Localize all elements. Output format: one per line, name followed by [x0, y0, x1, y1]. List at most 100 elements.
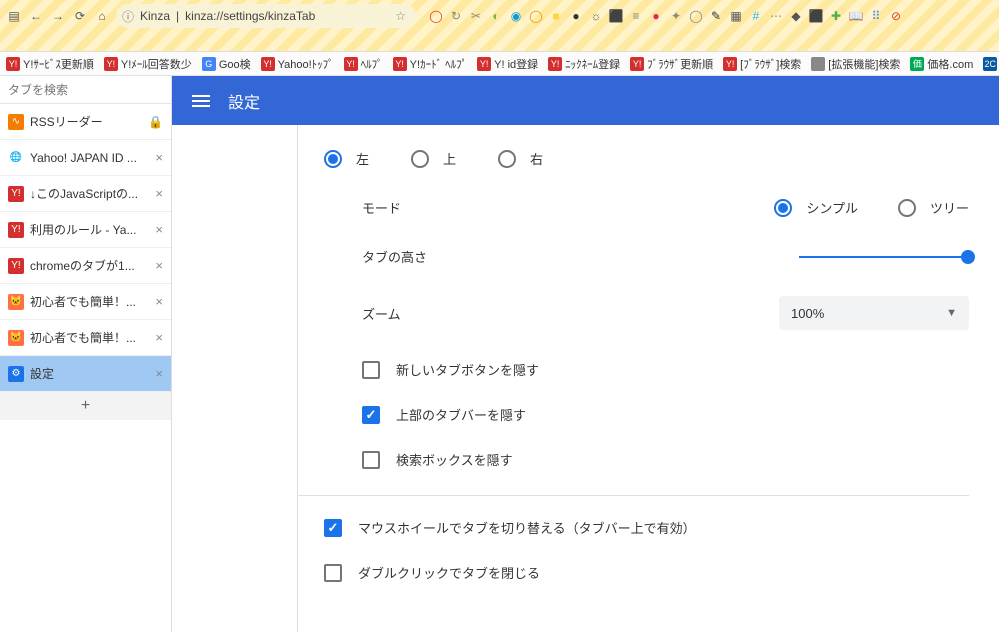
tab-item[interactable]: Y!↓このJavaScriptの...× [0, 176, 171, 212]
address-title: Kinza [140, 9, 170, 23]
tab-item[interactable]: Y!利用のルール - Ya...× [0, 212, 171, 248]
bookmark-favicon: Y! [723, 57, 737, 71]
ext-icon[interactable]: ◐ [488, 8, 504, 24]
ext-icon[interactable]: ⊘ [888, 8, 904, 24]
forward-button[interactable]: → [50, 8, 66, 24]
ext-icon[interactable]: ◯ [428, 8, 444, 24]
bookmark-item[interactable]: Y!Y!ﾒｰﾙ回答数少 [104, 56, 192, 72]
checkbox-row[interactable]: 検索ボックスを隠す [362, 450, 969, 469]
bookmark-favicon: Y! [344, 57, 358, 71]
bookmark-label: ﾍﾙﾌﾟ [361, 56, 383, 72]
tab-item[interactable]: 🐱初心者でも簡単！...× [0, 320, 171, 356]
address-url: kinza://settings/kinzaTab [185, 9, 315, 23]
bookmark-favicon: Y! [477, 57, 491, 71]
tab-item[interactable]: 🌐Yahoo! JAPAN ID ...× [0, 140, 171, 176]
tab-height-slider[interactable] [799, 256, 969, 258]
back-button[interactable]: ← [28, 8, 44, 24]
tab-item[interactable]: 🐱初心者でも簡単！...× [0, 284, 171, 320]
checkbox-row[interactable]: ダブルクリックでタブを閉じる [324, 563, 969, 582]
tab-title: 設定 [30, 365, 149, 382]
ext-icon[interactable]: ▦ [728, 8, 744, 24]
bookmark-item[interactable]: Y!Yahoo!ﾄｯﾌﾟ [261, 56, 334, 72]
mode-radio[interactable]: ツリー [898, 198, 969, 217]
radio-icon [774, 199, 792, 217]
bookmark-favicon: Y! [548, 57, 562, 71]
add-tab-button[interactable]: + [0, 392, 171, 420]
ext-icon[interactable]: ✎ [708, 8, 724, 24]
menu-icon[interactable] [192, 95, 210, 107]
sidebar-toggle-icon[interactable]: ▤ [6, 8, 22, 24]
bookmark-item[interactable]: Y![ﾌﾞﾗｳｻﾞ]検索 [723, 56, 801, 72]
tab-title: ↓このJavaScriptの... [30, 185, 149, 202]
tab-item[interactable]: ∿RSSリーダー🔒 [0, 104, 171, 140]
close-icon[interactable]: × [155, 186, 163, 201]
bookmark-item[interactable]: [拡張機能]検索 [811, 56, 900, 72]
outer-checks: マウスホイールでタブを切り替える（タブバー上で有効） ダブルクリックでタブを閉じる [318, 518, 969, 582]
tab-item[interactable]: Y!chromeのタブが1...× [0, 248, 171, 284]
ext-icon[interactable]: # [748, 8, 764, 24]
ext-icon[interactable]: ◯ [528, 8, 544, 24]
ext-icon[interactable]: ◉ [508, 8, 524, 24]
bookmark-item[interactable]: Y!ﾍﾙﾌﾟ [344, 56, 383, 72]
ext-icon[interactable]: ⋯ [768, 8, 784, 24]
close-icon[interactable]: × [155, 222, 163, 237]
slider-thumb[interactable] [961, 250, 975, 264]
bookmark-label: 価格.com [927, 56, 973, 72]
tab-search[interactable] [0, 76, 171, 104]
tab-height-row: タブの高さ [362, 247, 969, 266]
close-icon[interactable]: × [155, 330, 163, 345]
site-info-icon[interactable]: ⓘ [122, 8, 134, 25]
bookmark-item[interactable]: GGoo検 [202, 56, 251, 72]
checkbox-icon [362, 361, 380, 379]
ext-icon[interactable]: ✚ [828, 8, 844, 24]
mode-radio-group: シンプル ツリー [774, 198, 969, 217]
bookmark-item[interactable]: Y!Y!ｶｰﾄﾞ ﾍﾙﾌﾟ [393, 56, 467, 72]
position-radio[interactable]: 上 [411, 149, 456, 168]
reload-button[interactable]: ⟳ [72, 8, 88, 24]
ext-icon[interactable]: 📖 [848, 8, 864, 24]
close-icon[interactable]: × [155, 294, 163, 309]
bookmark-item[interactable]: 価価格.com [910, 56, 973, 72]
bookmark-item[interactable]: Y!ﾆｯｸﾈｰﾑ登録 [548, 56, 620, 72]
tab-item[interactable]: ⚙設定× [0, 356, 171, 392]
ext-icon[interactable]: ● [648, 8, 664, 24]
settings-title: 設定 [228, 89, 260, 113]
ext-icon[interactable]: ⬛ [808, 8, 824, 24]
ext-icon[interactable]: ☼ [588, 8, 604, 24]
ext-icon[interactable]: ◯ [688, 8, 704, 24]
close-icon[interactable]: × [155, 258, 163, 273]
ext-icon[interactable]: ⬛ [608, 8, 624, 24]
ext-icon[interactable]: ✦ [668, 8, 684, 24]
ext-icon[interactable]: ● [568, 8, 584, 24]
mode-radio[interactable]: シンプル [774, 198, 858, 217]
checkbox-row[interactable]: 新しいタブボタンを隠す [362, 360, 969, 379]
bookmark-star-icon[interactable]: ☆ [395, 9, 406, 23]
address-bar[interactable]: ⓘ Kinza | kinza://settings/kinzaTab ☆ [116, 4, 416, 28]
close-icon[interactable]: × [155, 366, 163, 381]
checkbox-label: ダブルクリックでタブを閉じる [358, 563, 540, 582]
settings-page: 設定 左上右 モード シンプルツリー タブの高さ [172, 76, 999, 632]
tab-list: ∿RSSリーダー🔒🌐Yahoo! JAPAN ID ...×Y!↓このJavaS… [0, 104, 171, 392]
ext-icon[interactable]: ≡ [628, 8, 644, 24]
bookmark-item[interactable]: Y!Y! id登録 [477, 56, 538, 72]
close-icon[interactable]: × [155, 150, 163, 165]
tab-search-input[interactable] [8, 83, 163, 97]
ext-icon[interactable]: ⠿ [868, 8, 884, 24]
zoom-row: ズーム 100% ▼ [362, 296, 969, 330]
ext-icon[interactable]: ■ [548, 8, 564, 24]
home-button[interactable]: ⌂ [94, 8, 110, 24]
zoom-dropdown[interactable]: 100% ▼ [779, 296, 969, 330]
position-radio[interactable]: 左 [324, 149, 369, 168]
checkbox-row[interactable]: マウスホイールでタブを切り替える（タブバー上で有効） [324, 518, 969, 537]
browser-toolbar: ▤ ← → ⟳ ⌂ ⓘ Kinza | kinza://settings/kin… [0, 0, 999, 52]
bookmark-item[interactable]: Y!ﾌﾞﾗｳｻﾞ更新順 [630, 56, 713, 72]
ext-icon[interactable]: ◆ [788, 8, 804, 24]
bookmark-favicon: Y! [630, 57, 644, 71]
ext-icon[interactable]: ↻ [448, 8, 464, 24]
inner-checks: 新しいタブボタンを隠す上部のタブバーを隠す検索ボックスを隠す [318, 360, 969, 469]
ext-icon[interactable]: ✂ [468, 8, 484, 24]
bookmark-item[interactable]: 2CYouTube to MP3 [983, 57, 999, 71]
bookmark-item[interactable]: Y!Y!ｻｰﾋﾞｽ更新順 [6, 56, 94, 72]
checkbox-row[interactable]: 上部のタブバーを隠す [362, 405, 969, 424]
position-radio[interactable]: 右 [498, 149, 543, 168]
